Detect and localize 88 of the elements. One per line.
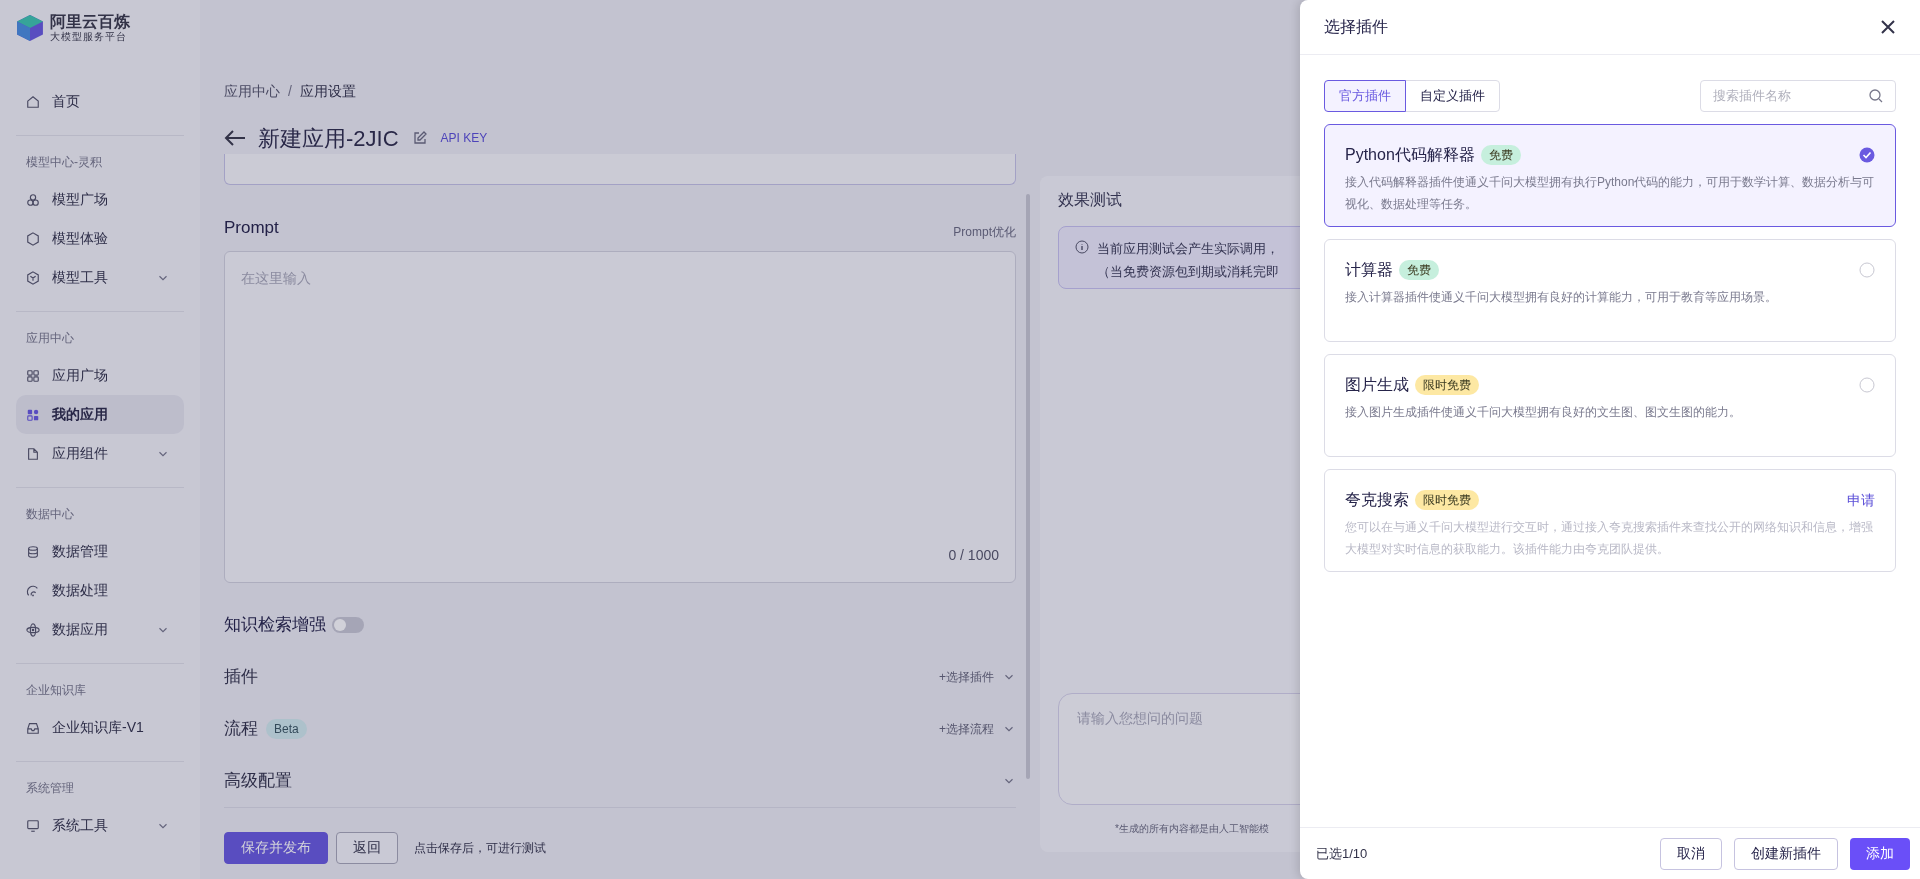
price-badge: 限时免费 — [1415, 490, 1479, 510]
home-icon — [26, 94, 40, 109]
beta-badge: Beta — [266, 718, 307, 739]
signal-icon — [26, 583, 40, 598]
knowledge-toggle-label: 知识检索增强 — [224, 613, 326, 636]
api-key-link[interactable]: API KEY — [440, 129, 488, 147]
section-title: 插件 — [224, 665, 258, 688]
atom-icon — [26, 622, 40, 637]
cube-icon — [26, 270, 40, 285]
section-heading: 模型中心-灵积 — [25, 154, 103, 171]
sidebar-item[interactable]: 模型体验 — [16, 219, 184, 258]
plugin-description: 您可以在与通义千问大模型进行交互时，通过接入夸克搜索插件来查找公开的网络知识和信息，增强大模型对实时信息的获取能力。该插件能力由夸克团队提供。 — [1345, 519, 1874, 558]
plugin-name: 图片生成 — [1345, 375, 1409, 395]
page-title: 新建应用-2JIC — [258, 124, 399, 153]
price-badge: 限时免费 — [1415, 375, 1479, 395]
notice-text: 当前应用测试会产生实际调用， — [1097, 240, 1279, 258]
plugin-name: Python代码解释器 — [1345, 145, 1475, 165]
sidebar-item[interactable]: 应用广场 — [16, 356, 184, 395]
drawer-title: 选择插件 — [1324, 17, 1388, 37]
selected-count: 已选1/10 — [1316, 844, 1368, 863]
radio-button[interactable] — [1859, 262, 1875, 278]
radio-button[interactable] — [1859, 377, 1875, 393]
prompt-optimize-link[interactable]: Prompt优化 — [953, 222, 1016, 241]
apps-icon — [26, 407, 40, 422]
disclaimer-text: *生成的所有内容都是由人工智能模 — [1115, 822, 1270, 836]
section-title: 流程 — [224, 717, 258, 740]
save-hint: 点击保存后，可进行测试 — [414, 839, 546, 857]
section-heading: 数据中心 — [25, 506, 75, 523]
section-heading: 应用中心 — [25, 330, 75, 347]
plugin-name: 夸克搜索 — [1345, 490, 1409, 510]
sidebar-item[interactable]: 企业知识库-V1 — [16, 708, 184, 747]
back-arrow-icon[interactable] — [224, 129, 246, 147]
sidebar-item[interactable]: 首页 — [16, 82, 184, 121]
plugin-description: 接入图片生成插件使通义千问大模型拥有良好的文生图、图文生图的能力。 — [1345, 404, 1742, 421]
logo-subtitle: 大模型服务平台 — [50, 32, 128, 42]
toggle-switch[interactable] — [332, 616, 364, 633]
checked-radio-icon[interactable] — [1859, 147, 1875, 163]
sidebar-item[interactable]: 系统工具 — [16, 806, 184, 845]
notice-text: （当免费资源包到期或消耗完即 — [1097, 263, 1279, 281]
database-icon — [26, 544, 40, 559]
close-icon[interactable] — [1880, 19, 1896, 35]
section-heading: 企业知识库 — [25, 682, 87, 699]
sidebar-item[interactable]: 模型工具 — [16, 258, 184, 297]
add-button[interactable]: 添加 — [1850, 837, 1910, 870]
test-panel-title: 效果测试 — [1058, 190, 1123, 210]
cube-logo-icon — [16, 14, 44, 42]
info-icon — [1075, 240, 1089, 254]
section-heading: 系统管理 — [25, 780, 75, 797]
sidebar-item[interactable]: 模型广场 — [16, 180, 184, 219]
breadcrumb-separator: / — [288, 81, 292, 101]
prompt-textarea[interactable]: 在这里输入 0 / 1000 — [224, 250, 1016, 583]
plugin-card[interactable]: 图片生成 限时免费 接入图片生成插件使通义千问大模型拥有良好的文生图、图文生图的能力。 — [1324, 354, 1896, 457]
breadcrumb-link[interactable]: 应用设置 — [299, 80, 356, 102]
add-link[interactable]: +选择流程 — [939, 719, 994, 738]
breadcrumb-link[interactable]: 应用中心 — [224, 80, 280, 102]
plugin-tab[interactable]: 官方插件 — [1324, 80, 1406, 112]
section-title: 高级配置 — [224, 769, 292, 792]
logo-title: 阿里云百炼 — [50, 14, 130, 30]
plugin-tab[interactable]: 自定义插件 — [1405, 80, 1500, 112]
character-counter: 0 / 1000 — [948, 545, 999, 565]
edit-icon[interactable] — [412, 131, 427, 145]
circles-icon — [26, 192, 40, 207]
sidebar-item[interactable]: 数据应用 — [16, 610, 184, 649]
hexagon-icon — [26, 231, 40, 246]
sidebar-item[interactable]: 数据管理 — [16, 532, 184, 571]
plugin-card[interactable]: Python代码解释器 免费 接入代码解释器插件使通义千问大模型拥有执行Python代码的能力，可用于数学计算、数据分析与可视化、数据处理等任务。 — [1324, 124, 1896, 227]
dialog-button[interactable]: 创建新插件 — [1734, 837, 1838, 870]
grid-icon — [26, 368, 40, 383]
plugin-card[interactable]: 计算器 免费 接入计算器插件使通义千问大模型拥有良好的计算能力，可用于教育等应用场景。 — [1324, 239, 1896, 342]
apply-link[interactable]: 申请 — [1847, 489, 1875, 511]
sidebar-item[interactable]: 我的应用 — [16, 395, 184, 434]
save-publish-button[interactable]: 保存并发布 — [224, 831, 328, 864]
plugin-description: 接入代码解释器插件使通义千问大模型拥有执行Python代码的能力，可用于数学计算、数据分析与可视化、数据处理等任务。 — [1345, 174, 1875, 213]
sidebar-item[interactable]: 应用组件 — [16, 434, 184, 473]
add-link[interactable]: +选择插件 — [939, 667, 994, 686]
back-button[interactable]: 返回 — [336, 831, 398, 864]
monitor-icon — [26, 818, 40, 833]
price-badge: 免费 — [1399, 260, 1439, 280]
inbox-icon — [26, 720, 40, 735]
sidebar-item[interactable]: 数据处理 — [16, 571, 184, 610]
plugin-card[interactable]: 夸克搜索 限时免费 申请 您可以在与通义千问大模型进行交互时，通过接入夸克搜索插件来查找公开的网络知识和信息，增强大模型对实时信息的获取能力。该插件能力由夸克团队提供。 — [1324, 469, 1896, 572]
search-icon — [1869, 89, 1883, 103]
price-badge: 免费 — [1480, 145, 1521, 165]
dialog-button[interactable]: 取消 — [1660, 837, 1722, 870]
prompt-label: Prompt — [224, 217, 279, 239]
plugin-description: 接入计算器插件使通义千问大模型拥有良好的计算能力，可用于教育等应用场景。 — [1345, 289, 1778, 306]
document-icon — [26, 446, 40, 461]
plugin-name: 计算器 — [1345, 260, 1393, 280]
